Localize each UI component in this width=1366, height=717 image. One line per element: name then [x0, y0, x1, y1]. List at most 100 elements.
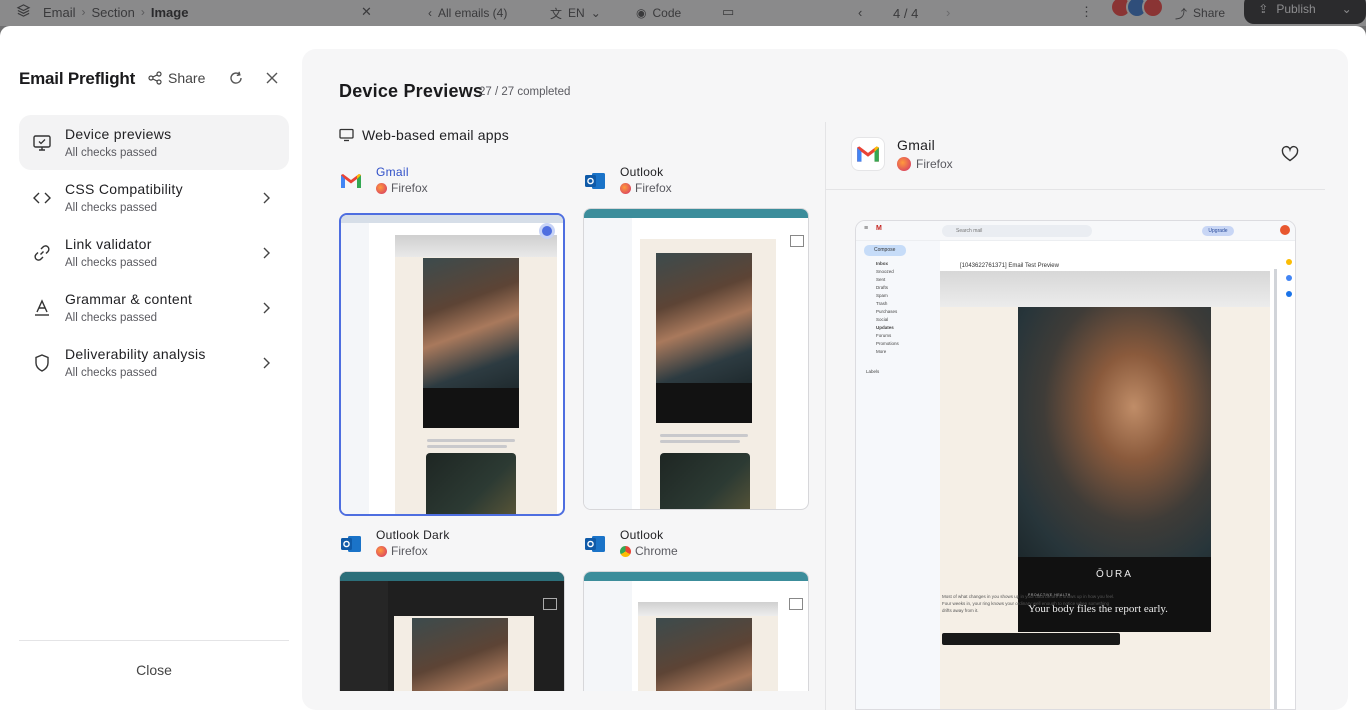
card-browser-label: Chrome	[635, 544, 678, 558]
thumb-photo	[423, 258, 519, 388]
thumb-black-band	[656, 383, 752, 423]
detail-browser: Firefox	[897, 157, 953, 171]
card-browser: Firefox	[620, 181, 672, 195]
heart-icon[interactable]	[1281, 145, 1299, 163]
preview-hero-photo	[1018, 307, 1211, 557]
preview-side-rail	[1282, 241, 1295, 709]
language-select[interactable]: 文 EN ⌄	[550, 3, 601, 23]
avatar	[1142, 0, 1164, 18]
firefox-icon	[376, 182, 387, 194]
detail-preview[interactable]: ≡ M Search mail Upgrade Compose Inbox Sn…	[855, 220, 1296, 710]
contacts-icon	[1286, 291, 1292, 297]
translate-icon: 文	[550, 6, 563, 21]
preview-search: Search mail	[942, 225, 1092, 237]
device-icon[interactable]: ▭	[722, 2, 734, 22]
check-item-link-validator[interactable]: Link validator All checks passed	[19, 225, 289, 280]
thumb-toolbar	[584, 209, 808, 218]
preview-card-outlook-firefox[interactable]: Outlook Firefox	[583, 165, 809, 510]
preview-card-outlook-dark-firefox[interactable]: Outlook Dark Firefox	[339, 528, 565, 691]
detail-browser-label: Firefox	[916, 157, 953, 171]
preview-nav-item: Forums	[876, 333, 892, 338]
sidebar-share-button[interactable]: Share	[148, 70, 205, 86]
preview-thumbnail[interactable]	[339, 571, 565, 691]
preview-body-text: Most of what changes in you shows up in …	[942, 594, 1115, 613]
preview-gmail-toolbar: ≡ M Search mail Upgrade	[856, 221, 1295, 241]
section-heading-label: Web-based email apps	[362, 127, 509, 143]
topbar-share-button[interactable]: ⤴ Share	[1175, 3, 1225, 23]
reading-pane-icon	[543, 598, 557, 610]
column-divider	[825, 122, 826, 710]
check-item-title: Grammar & content	[65, 291, 193, 307]
card-app-name: Outlook	[620, 528, 664, 542]
gmail-icon	[341, 174, 361, 188]
thumb-text-line	[427, 439, 515, 442]
keep-icon	[1286, 259, 1292, 265]
card-app-name: Outlook	[620, 165, 664, 179]
share-label: Share	[1193, 6, 1226, 20]
preview-nav-item: Snoozed	[876, 269, 894, 274]
thumb-black-band	[423, 388, 519, 428]
page-indicator: 4 / 4	[893, 5, 919, 21]
tasks-icon	[1286, 275, 1292, 281]
publish-icon: ⇪	[1258, 2, 1269, 16]
selected-check-icon	[539, 223, 555, 239]
check-item-status: All checks passed	[65, 312, 158, 324]
check-item-css-compatibility[interactable]: CSS Compatibility All checks passed	[19, 170, 289, 225]
preview-card-gmail-firefox[interactable]: Gmail Firefox	[339, 165, 565, 516]
preview-nav-item: Labels	[866, 369, 880, 374]
code-button[interactable]: ◉ Code	[636, 3, 681, 23]
close-icon[interactable]	[265, 71, 279, 85]
thumb-sidebar	[584, 218, 632, 509]
preview-nav-item: Trash	[876, 301, 888, 306]
thumb-dark-card	[660, 453, 750, 509]
preview-brand: ŌURA	[1096, 569, 1133, 580]
check-item-status: All checks passed	[65, 367, 158, 379]
firefox-icon	[620, 182, 631, 194]
check-item-grammar-content[interactable]: Grammar & content All checks passed	[19, 280, 289, 335]
link-icon	[34, 245, 50, 261]
thumb-gradient	[638, 602, 778, 616]
preview-nav-item: Social	[876, 317, 889, 322]
all-emails-button[interactable]: ‹ All emails (4)	[428, 3, 507, 23]
shield-icon	[35, 354, 49, 372]
preview-thumbnail[interactable]	[339, 213, 565, 516]
preview-card-outlook-chrome[interactable]: Outlook Chrome	[583, 528, 809, 691]
more-icon[interactable]: ⋮	[1080, 2, 1093, 22]
preview-nav-item: Spam	[876, 293, 888, 298]
detail-divider	[825, 189, 1325, 190]
all-emails-label: All emails (4)	[438, 6, 508, 20]
monitor-icon	[33, 135, 51, 151]
outlook-icon	[585, 173, 605, 189]
preview-thumbnail[interactable]	[583, 208, 809, 510]
preview-thumbnail[interactable]	[583, 571, 809, 691]
collaborator-avatars[interactable]	[1110, 0, 1164, 18]
check-item-deliverability[interactable]: Deliverability analysis All checks passe…	[19, 335, 289, 390]
breadcrumb-email[interactable]: Email	[43, 5, 76, 20]
thumb-text-line	[660, 440, 740, 443]
firefox-icon	[376, 545, 387, 557]
publish-button[interactable]: ⇪ Publish ⌄	[1244, 0, 1366, 24]
check-item-device-previews[interactable]: Device previews All checks passed	[19, 115, 289, 170]
thumb-sidebar	[340, 581, 388, 691]
next-page-icon[interactable]: ›	[946, 2, 950, 22]
reading-pane-icon	[790, 235, 804, 247]
grammar-icon	[35, 299, 49, 316]
close-icon[interactable]: ✕	[361, 2, 372, 22]
preview-nav-item: Inbox	[876, 261, 888, 266]
layers-icon[interactable]	[16, 0, 31, 20]
section-heading: Web-based email apps	[339, 127, 509, 143]
prev-page-icon[interactable]: ‹	[858, 2, 862, 22]
breadcrumb-section[interactable]: Section	[92, 5, 135, 20]
check-item-title: Link validator	[65, 236, 152, 252]
close-button[interactable]: Close	[19, 662, 289, 678]
preview-gmail-sidebar: Compose Inbox Snoozed Sent Drafts Spam T…	[856, 241, 940, 709]
gmail-icon	[851, 137, 885, 171]
code-label: Code	[652, 6, 682, 20]
eye-icon: ◉	[636, 6, 647, 20]
check-item-status: All checks passed	[65, 202, 158, 214]
preview-scrollbar[interactable]	[1274, 269, 1277, 709]
panel-title: Device Previews	[339, 81, 484, 101]
thumb-photo	[412, 618, 508, 691]
refresh-icon[interactable]	[228, 70, 244, 86]
app-topbar: Email › Section › Image ✕ ‹ All emails (…	[0, 0, 1366, 26]
